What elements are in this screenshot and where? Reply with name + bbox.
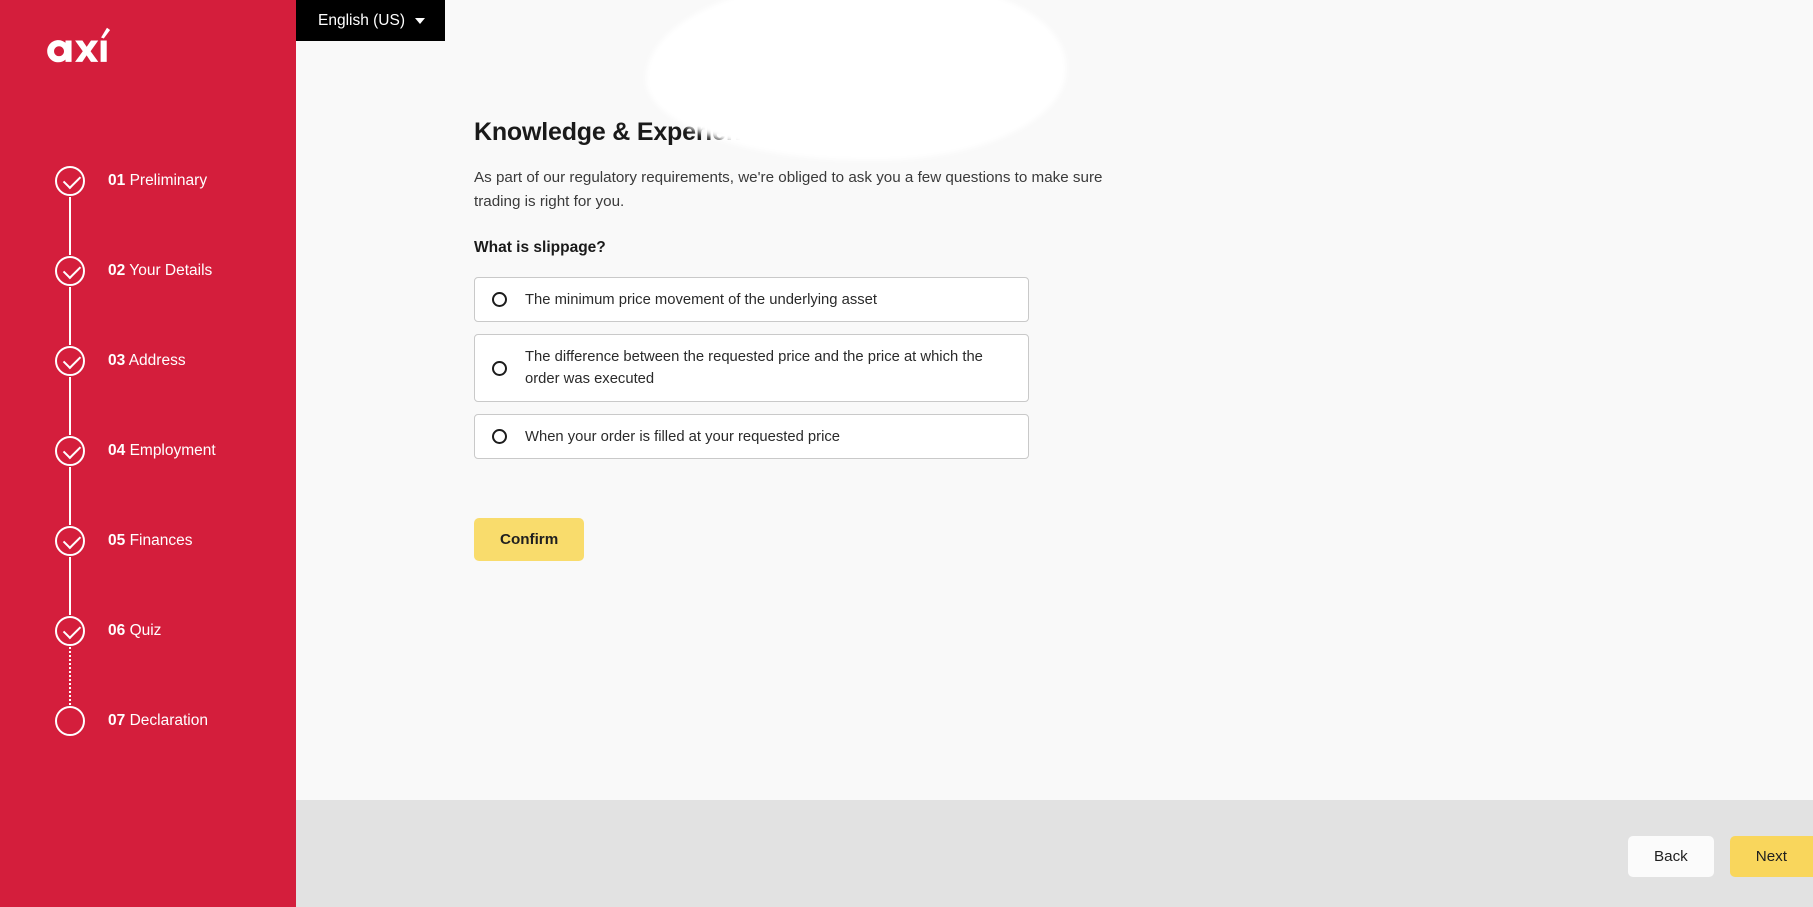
step-list: 01 Preliminary 02 Your Details 03 Address 0… [0, 166, 296, 796]
step-title: Preliminary [129, 172, 208, 189]
question-text: What is slippage? [474, 239, 606, 256]
step-connector [69, 377, 71, 435]
main-content: Knowledge & Experience As part of our re… [296, 0, 1813, 800]
next-button[interactable]: Next [1729, 836, 1813, 877]
answer-option-label: When your order is filled at your reques… [525, 428, 840, 445]
step-marker [55, 526, 85, 556]
language-selector-label: English (US) [318, 11, 405, 29]
intro-text: As part of our regulatory requirements, … [474, 169, 1103, 210]
confirm-button[interactable]: Confirm [474, 518, 585, 561]
answer-options: The minimum price movement of the underl… [474, 277, 1029, 471]
step-title: Quiz [129, 622, 162, 639]
step-marker [55, 166, 85, 196]
step-marker [55, 256, 85, 286]
sidebar-step-declaration[interactable]: 07 Declaration [0, 706, 296, 796]
step-marker [55, 616, 85, 646]
step-connector [69, 557, 71, 615]
step-connector [69, 467, 71, 525]
answer-option[interactable]: When your order is filled at your reques… [474, 414, 1029, 459]
sidebar-step-address[interactable]: 03 Address [0, 346, 296, 436]
step-number: 05 [108, 532, 126, 549]
step-label: 03 Address [108, 350, 186, 372]
step-complete-check-icon [55, 436, 85, 466]
language-selector[interactable]: English (US) [296, 0, 445, 41]
step-connector [69, 647, 71, 705]
answer-option[interactable]: The minimum price movement of the underl… [474, 277, 1029, 322]
step-title: Employment [129, 442, 216, 459]
step-marker [55, 706, 85, 736]
sidebar: 01 Preliminary 02 Your Details 03 Address 0… [0, 0, 296, 907]
footer-actions: Back Next [1628, 836, 1813, 877]
step-number: 02 [108, 262, 126, 279]
sidebar-step-finances[interactable]: 05 Finances [0, 526, 296, 616]
answer-option[interactable]: The difference between the requested pri… [474, 334, 1029, 402]
step-label: 01 Preliminary [108, 170, 207, 192]
sidebar-step-your-details[interactable]: 02 Your Details [0, 256, 296, 346]
step-connector [69, 197, 71, 255]
step-connector [69, 287, 71, 345]
step-title: Declaration [129, 712, 208, 729]
back-button[interactable]: Back [1628, 836, 1714, 877]
step-label: 06 Quiz [108, 620, 161, 642]
step-number: 01 [108, 172, 126, 189]
step-number: 04 [108, 442, 126, 459]
step-label: 07 Declaration [108, 710, 208, 732]
step-complete-check-icon [55, 256, 85, 286]
step-number: 07 [108, 712, 126, 729]
step-title: Your Details [129, 262, 213, 279]
answer-option-label: The difference between the requested pri… [525, 349, 983, 387]
sidebar-step-employment[interactable]: 04 Employment [0, 436, 296, 526]
step-number: 06 [108, 622, 126, 639]
radio-button-icon[interactable] [492, 429, 507, 444]
step-number: 03 [108, 352, 126, 369]
step-complete-check-icon [55, 616, 85, 646]
radio-button-icon[interactable] [492, 292, 507, 307]
page-title: Knowledge & Experience [474, 118, 769, 146]
step-pending-circle-icon [55, 706, 85, 736]
step-marker [55, 346, 85, 376]
step-complete-check-icon [55, 166, 85, 196]
chevron-down-icon [415, 17, 425, 24]
step-complete-check-icon [55, 346, 85, 376]
step-title: Address [128, 352, 186, 369]
step-marker [55, 436, 85, 466]
radio-button-icon[interactable] [492, 360, 507, 376]
sidebar-step-preliminary[interactable]: 01 Preliminary [0, 166, 296, 256]
step-title: Finances [129, 532, 193, 549]
sidebar-step-quiz[interactable]: 06 Quiz [0, 616, 296, 706]
footer-bar: Back Next [296, 800, 1813, 907]
step-complete-check-icon [55, 526, 85, 556]
step-label: 04 Employment [108, 440, 216, 462]
answer-option-label: The minimum price movement of the underl… [525, 291, 877, 308]
axi-logo [47, 27, 111, 63]
step-label: 05 Finances [108, 530, 192, 552]
step-label: 02 Your Details [108, 260, 212, 282]
